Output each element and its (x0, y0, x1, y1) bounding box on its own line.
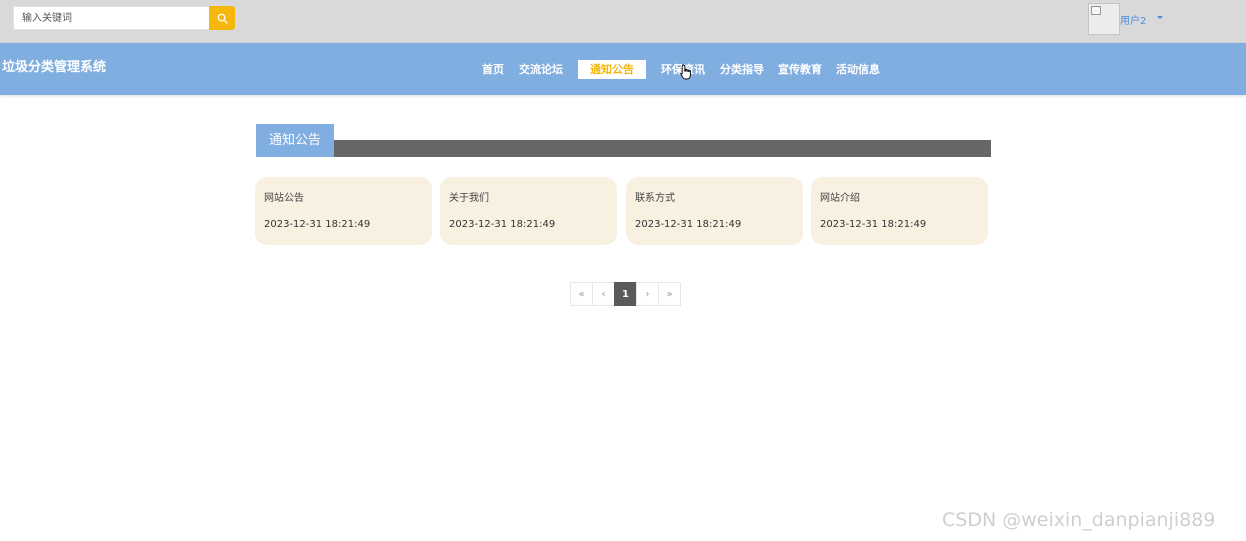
broken-image-icon (1091, 6, 1101, 15)
avatar[interactable] (1088, 3, 1120, 35)
search-input[interactable] (13, 6, 209, 30)
top-bar: 用户2 (0, 0, 1246, 43)
notice-card-title: 网站公告 (264, 193, 304, 204)
notice-card-title: 联系方式 (635, 193, 675, 204)
username[interactable]: 用户2 (1120, 12, 1146, 27)
pagination: « ‹ 1 › » (570, 282, 681, 306)
search-button[interactable] (209, 6, 235, 30)
chevron-down-icon[interactable] (1157, 16, 1163, 19)
notice-card-date: 2023-12-31 18:21:49 (264, 219, 371, 230)
next-page-button[interactable]: › (636, 282, 659, 306)
notice-card-date: 2023-12-31 18:21:49 (820, 219, 927, 230)
section-divider-bar (334, 140, 991, 157)
notice-card[interactable]: 网站介绍 2023-12-31 18:21:49 (811, 177, 988, 245)
notice-card-date: 2023-12-31 18:21:49 (449, 219, 556, 230)
prev-page-button[interactable]: ‹ (592, 282, 615, 306)
last-page-button[interactable]: » (658, 282, 681, 306)
section-title: 通知公告 (256, 124, 334, 157)
section-header: 通知公告 (256, 124, 991, 157)
notice-card[interactable]: 联系方式 2023-12-31 18:21:49 (626, 177, 803, 245)
nav-item-notices[interactable]: 通知公告 (578, 60, 646, 79)
notice-card-title: 网站介绍 (820, 193, 860, 204)
first-page-button[interactable]: « (570, 282, 593, 306)
search-icon (217, 13, 228, 24)
nav-item-home[interactable]: 首页 (476, 60, 510, 79)
notice-card[interactable]: 关于我们 2023-12-31 18:21:49 (440, 177, 617, 245)
site-title: 垃圾分类管理系统 (2, 60, 107, 75)
watermark: CSDN @weixin_danpianji889 (942, 509, 1216, 531)
notice-card-date: 2023-12-31 18:21:49 (635, 219, 742, 230)
nav-bar: 垃圾分类管理系统 首页 交流论坛 通知公告 环保资讯 分类指导 宣传教育 活动信… (0, 43, 1246, 95)
page-number-button[interactable]: 1 (614, 282, 637, 306)
nav-item-forum[interactable]: 交流论坛 (516, 60, 566, 79)
notice-card-title: 关于我们 (449, 193, 489, 204)
notice-card[interactable]: 网站公告 2023-12-31 18:21:49 (255, 177, 432, 245)
nav-item-sorting-guide[interactable]: 分类指导 (717, 60, 767, 79)
hand-cursor-icon (680, 64, 691, 80)
nav-item-education[interactable]: 宣传教育 (775, 60, 825, 79)
nav-item-activities[interactable]: 活动信息 (833, 60, 883, 79)
